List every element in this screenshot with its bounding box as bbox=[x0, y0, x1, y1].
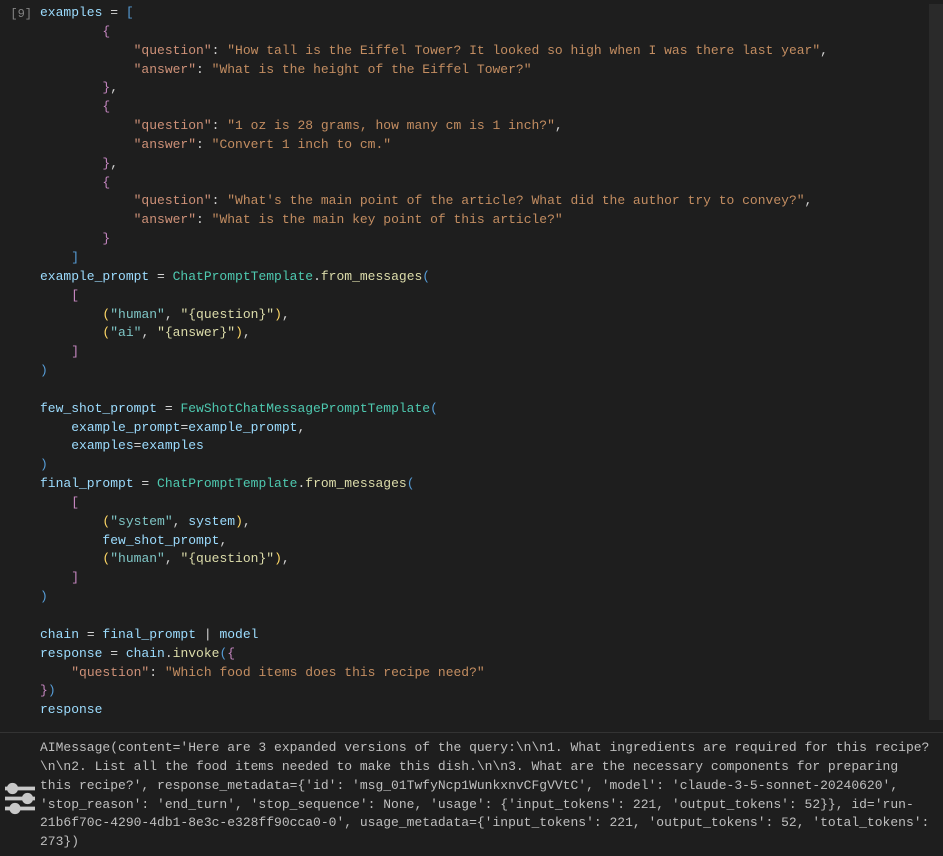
cell-exec-count: [9] bbox=[0, 4, 40, 720]
template-string: "{question}" bbox=[180, 551, 274, 566]
identifier: chain bbox=[40, 627, 79, 642]
paren-open: ( bbox=[422, 269, 430, 284]
string-literal: "Which food items does this recipe need?… bbox=[165, 665, 485, 680]
identifier: final_prompt bbox=[102, 627, 196, 642]
string-literal: "human" bbox=[110, 307, 165, 322]
method-name: invoke bbox=[173, 646, 220, 661]
template-string: "{question}" bbox=[180, 307, 274, 322]
identifier: examples bbox=[141, 438, 203, 453]
template-string: "{answer}" bbox=[157, 325, 235, 340]
bracket-open: [ bbox=[71, 288, 79, 303]
identifier: response bbox=[40, 646, 102, 661]
identifier: examples bbox=[40, 5, 102, 20]
class-name: ChatPromptTemplate bbox=[173, 269, 313, 284]
kwarg: example_prompt bbox=[71, 420, 180, 435]
identifier: example_prompt bbox=[40, 269, 149, 284]
json-key: "answer" bbox=[134, 62, 196, 77]
bracket-open: [ bbox=[126, 5, 134, 20]
bracket-close: ] bbox=[71, 250, 79, 265]
json-key: "answer" bbox=[134, 212, 196, 227]
string-literal: "How tall is the Eiffel Tower? It looked… bbox=[227, 43, 820, 58]
class-name: ChatPromptTemplate bbox=[157, 476, 297, 491]
identifier: few_shot_prompt bbox=[40, 401, 157, 416]
identifier: few_shot_prompt bbox=[102, 533, 219, 548]
string-literal: "system" bbox=[110, 514, 172, 529]
scrollbar-track[interactable] bbox=[929, 4, 943, 720]
brace-open: { bbox=[102, 175, 110, 190]
code-cell[interactable]: [9] examples = [ { "question": "How tall… bbox=[0, 0, 943, 724]
json-key: "question" bbox=[134, 118, 212, 133]
kwarg: examples bbox=[71, 438, 133, 453]
code-editor[interactable]: examples = [ { "question": "How tall is … bbox=[40, 4, 929, 720]
brace-open: { bbox=[102, 24, 110, 39]
json-key: "question" bbox=[134, 43, 212, 58]
method-name: from_messages bbox=[321, 269, 422, 284]
output-cell: AIMessage(content='Here are 3 expanded v… bbox=[0, 732, 943, 856]
string-literal: "Convert 1 inch to cm." bbox=[212, 137, 391, 152]
identifier: chain bbox=[126, 646, 165, 661]
string-literal: "What's the main point of the article? W… bbox=[227, 193, 804, 208]
string-literal: "What is the main key point of this arti… bbox=[212, 212, 563, 227]
json-key: "answer" bbox=[134, 137, 196, 152]
identifier: system bbox=[188, 514, 235, 529]
identifier: model bbox=[219, 627, 258, 642]
method-name: from_messages bbox=[305, 476, 406, 491]
json-key: "question" bbox=[134, 193, 212, 208]
string-literal: "What is the height of the Eiffel Tower?… bbox=[212, 62, 532, 77]
string-literal: "1 oz is 28 grams, how many cm is 1 inch… bbox=[227, 118, 555, 133]
identifier: response bbox=[40, 702, 102, 717]
paren-close: ) bbox=[40, 363, 48, 378]
string-literal: "ai" bbox=[110, 325, 141, 340]
identifier: example_prompt bbox=[188, 420, 297, 435]
notebook: [9] examples = [ { "question": "How tall… bbox=[0, 0, 943, 822]
pipe-operator: | bbox=[196, 627, 219, 642]
identifier: final_prompt bbox=[40, 476, 134, 491]
json-key: "question" bbox=[71, 665, 149, 680]
class-name: FewShotChatMessagePromptTemplate bbox=[180, 401, 430, 416]
output-text: AIMessage(content='Here are 3 expanded v… bbox=[40, 739, 943, 852]
brace-close: } bbox=[102, 231, 110, 246]
brace-open: { bbox=[102, 99, 110, 114]
bracket-close: ] bbox=[71, 344, 79, 359]
operator-eq: = bbox=[102, 5, 125, 20]
sliders-icon bbox=[0, 745, 40, 852]
string-literal: "human" bbox=[110, 551, 165, 566]
output-toggle-icon[interactable] bbox=[0, 739, 40, 852]
